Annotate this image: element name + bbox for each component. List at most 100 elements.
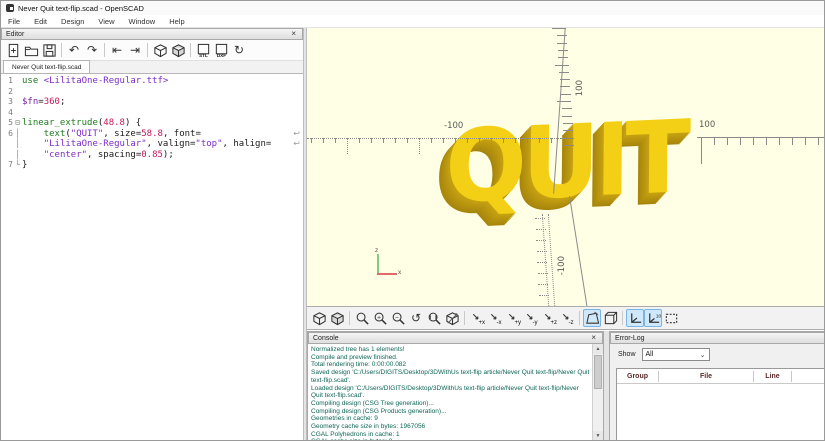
column-header-line[interactable]: Line — [754, 370, 792, 382]
toolbar-separator — [147, 43, 148, 57]
line-number: 1 — [8, 76, 13, 85]
z-axis-line — [377, 254, 379, 274]
scroll-down-icon[interactable]: ▼ — [593, 431, 603, 440]
editor-tab-bar: Never Quit text-flip.scad — [1, 60, 303, 74]
ruler-tick — [431, 138, 432, 143]
line-number — [1, 150, 13, 161]
console-scrollbar[interactable]: ▲ ▼ — [592, 344, 603, 440]
send-to-print-button[interactable]: ↻ — [230, 41, 248, 59]
chevron-down-icon: ⌄ — [699, 351, 706, 359]
column-header-file[interactable]: File — [659, 370, 754, 382]
ruler-tick — [407, 138, 408, 143]
show-edges-icon — [664, 311, 679, 326]
error-filter-value: All — [645, 351, 654, 358]
svg-text:+x: +x — [478, 319, 485, 326]
console-output[interactable]: Normalized tree has 1 elements! Compile a… — [308, 344, 603, 440]
zoom-fit-button[interactable] — [425, 309, 443, 327]
ruler-tick — [479, 138, 480, 143]
view-left-button[interactable]: -x — [486, 309, 504, 327]
redo-icon: ↷ — [86, 43, 98, 57]
toolbar-separator — [579, 311, 580, 325]
fold-marker — [13, 76, 22, 87]
fold-marker: │ — [15, 149, 20, 159]
menu-item-view[interactable]: View — [91, 15, 121, 27]
code-row: 6 │ text("QUIT", size=58.8, font= ↩ — [1, 129, 303, 140]
open-file-button[interactable] — [22, 41, 40, 59]
viewport-3d[interactable]: -100 100 100 -100 QUIT z x — [307, 28, 824, 306]
toolbar-separator — [622, 311, 623, 325]
export-dxf-button[interactable]: DXF — [212, 41, 230, 59]
view-bottom-button[interactable]: -z — [558, 309, 576, 327]
ruler-tick — [538, 284, 548, 285]
ruler-tick — [537, 262, 547, 263]
ruler-tick — [311, 138, 312, 143]
scrollbar-thumb[interactable] — [594, 355, 602, 389]
view-top-button[interactable]: +z — [540, 309, 558, 327]
undo-button[interactable]: ↶ — [65, 41, 83, 59]
ruler-tick — [419, 138, 420, 154]
new-file-button[interactable] — [4, 41, 22, 59]
svg-text:+: + — [377, 314, 381, 321]
indent-button[interactable]: ⇥ — [126, 41, 144, 59]
ruler-tick — [557, 42, 568, 44]
ruler-tick — [559, 137, 574, 139]
editor-close-button[interactable]: × — [289, 30, 298, 38]
editor-tab[interactable]: Never Quit text-flip.scad — [3, 60, 91, 73]
ruler-tick — [792, 138, 794, 145]
preview-cube-icon — [153, 43, 168, 58]
new-file-icon — [6, 43, 21, 58]
preview-button[interactable] — [310, 309, 328, 327]
console-close-button[interactable]: × — [589, 334, 598, 342]
view-right-button[interactable]: +x — [468, 309, 486, 327]
export-stl-button[interactable]: STL — [194, 41, 212, 59]
perspective-button[interactable] — [583, 309, 601, 327]
editor-toolbar: ↶ ↷ ⇤ ⇥ STL DXF ↻ — [1, 40, 303, 61]
view-all-button[interactable] — [353, 309, 371, 327]
menu-item-help[interactable]: Help — [162, 15, 191, 27]
column-header-group[interactable]: Group — [617, 370, 659, 382]
show-edges-button[interactable] — [662, 309, 680, 327]
ruler-tick — [551, 138, 552, 143]
ruler-tick — [557, 101, 572, 102]
line-number: 7 — [8, 160, 13, 169]
zoom-out-button[interactable]: − — [389, 309, 407, 327]
save-button[interactable] — [40, 41, 58, 59]
view-minus-x-icon: -x — [488, 311, 503, 326]
export-stl-icon: STL — [196, 43, 211, 58]
error-filter-dropdown[interactable]: All ⌄ — [641, 348, 710, 361]
scroll-up-icon[interactable]: ▲ — [593, 344, 603, 354]
line-wrap-icon: ↩ — [293, 139, 300, 148]
menu-item-window[interactable]: Window — [122, 15, 163, 27]
code-editor[interactable]: 1 use <LilitaOne-Regular.ttf> 2 3 $fn=360; 4 5… — [1, 74, 303, 440]
ruler-tick — [818, 138, 820, 145]
menu-item-file[interactable]: File — [1, 15, 27, 27]
console-line: Normalized tree has 1 elements! — [311, 346, 405, 353]
ruler-tick — [359, 138, 360, 143]
line-number: 6 — [8, 128, 13, 138]
render-button[interactable] — [169, 41, 187, 59]
view-front-button[interactable]: -y — [522, 309, 540, 327]
svg-text:STL: STL — [199, 53, 208, 58]
fold-marker[interactable]: ⊟ — [13, 118, 22, 129]
show-scale-markers-button[interactable]: 10 — [644, 309, 662, 327]
view-back-button[interactable]: +y — [504, 309, 522, 327]
menu-item-design[interactable]: Design — [54, 15, 91, 27]
show-axes-button[interactable] — [626, 309, 644, 327]
render-button[interactable] — [328, 309, 346, 327]
menu-item-edit[interactable]: Edit — [27, 15, 54, 27]
show-filter-label: Show — [618, 351, 636, 358]
ruler-tick — [335, 138, 336, 143]
redo-button[interactable]: ↷ — [83, 41, 101, 59]
ruler-tick — [766, 138, 768, 145]
preview-button[interactable] — [151, 41, 169, 59]
diagonal-view-button[interactable] — [443, 309, 461, 327]
code-row: 4 — [1, 108, 303, 119]
zoom-in-button[interactable]: + — [371, 309, 389, 327]
reset-view-button[interactable]: ↺ — [407, 309, 425, 327]
orthogonal-button[interactable] — [601, 309, 619, 327]
ruler-tick — [557, 49, 568, 51]
code-text: linear_extrude(48.8) { — [22, 118, 142, 128]
ruler-tick — [562, 115, 573, 117]
unindent-button[interactable]: ⇤ — [108, 41, 126, 59]
